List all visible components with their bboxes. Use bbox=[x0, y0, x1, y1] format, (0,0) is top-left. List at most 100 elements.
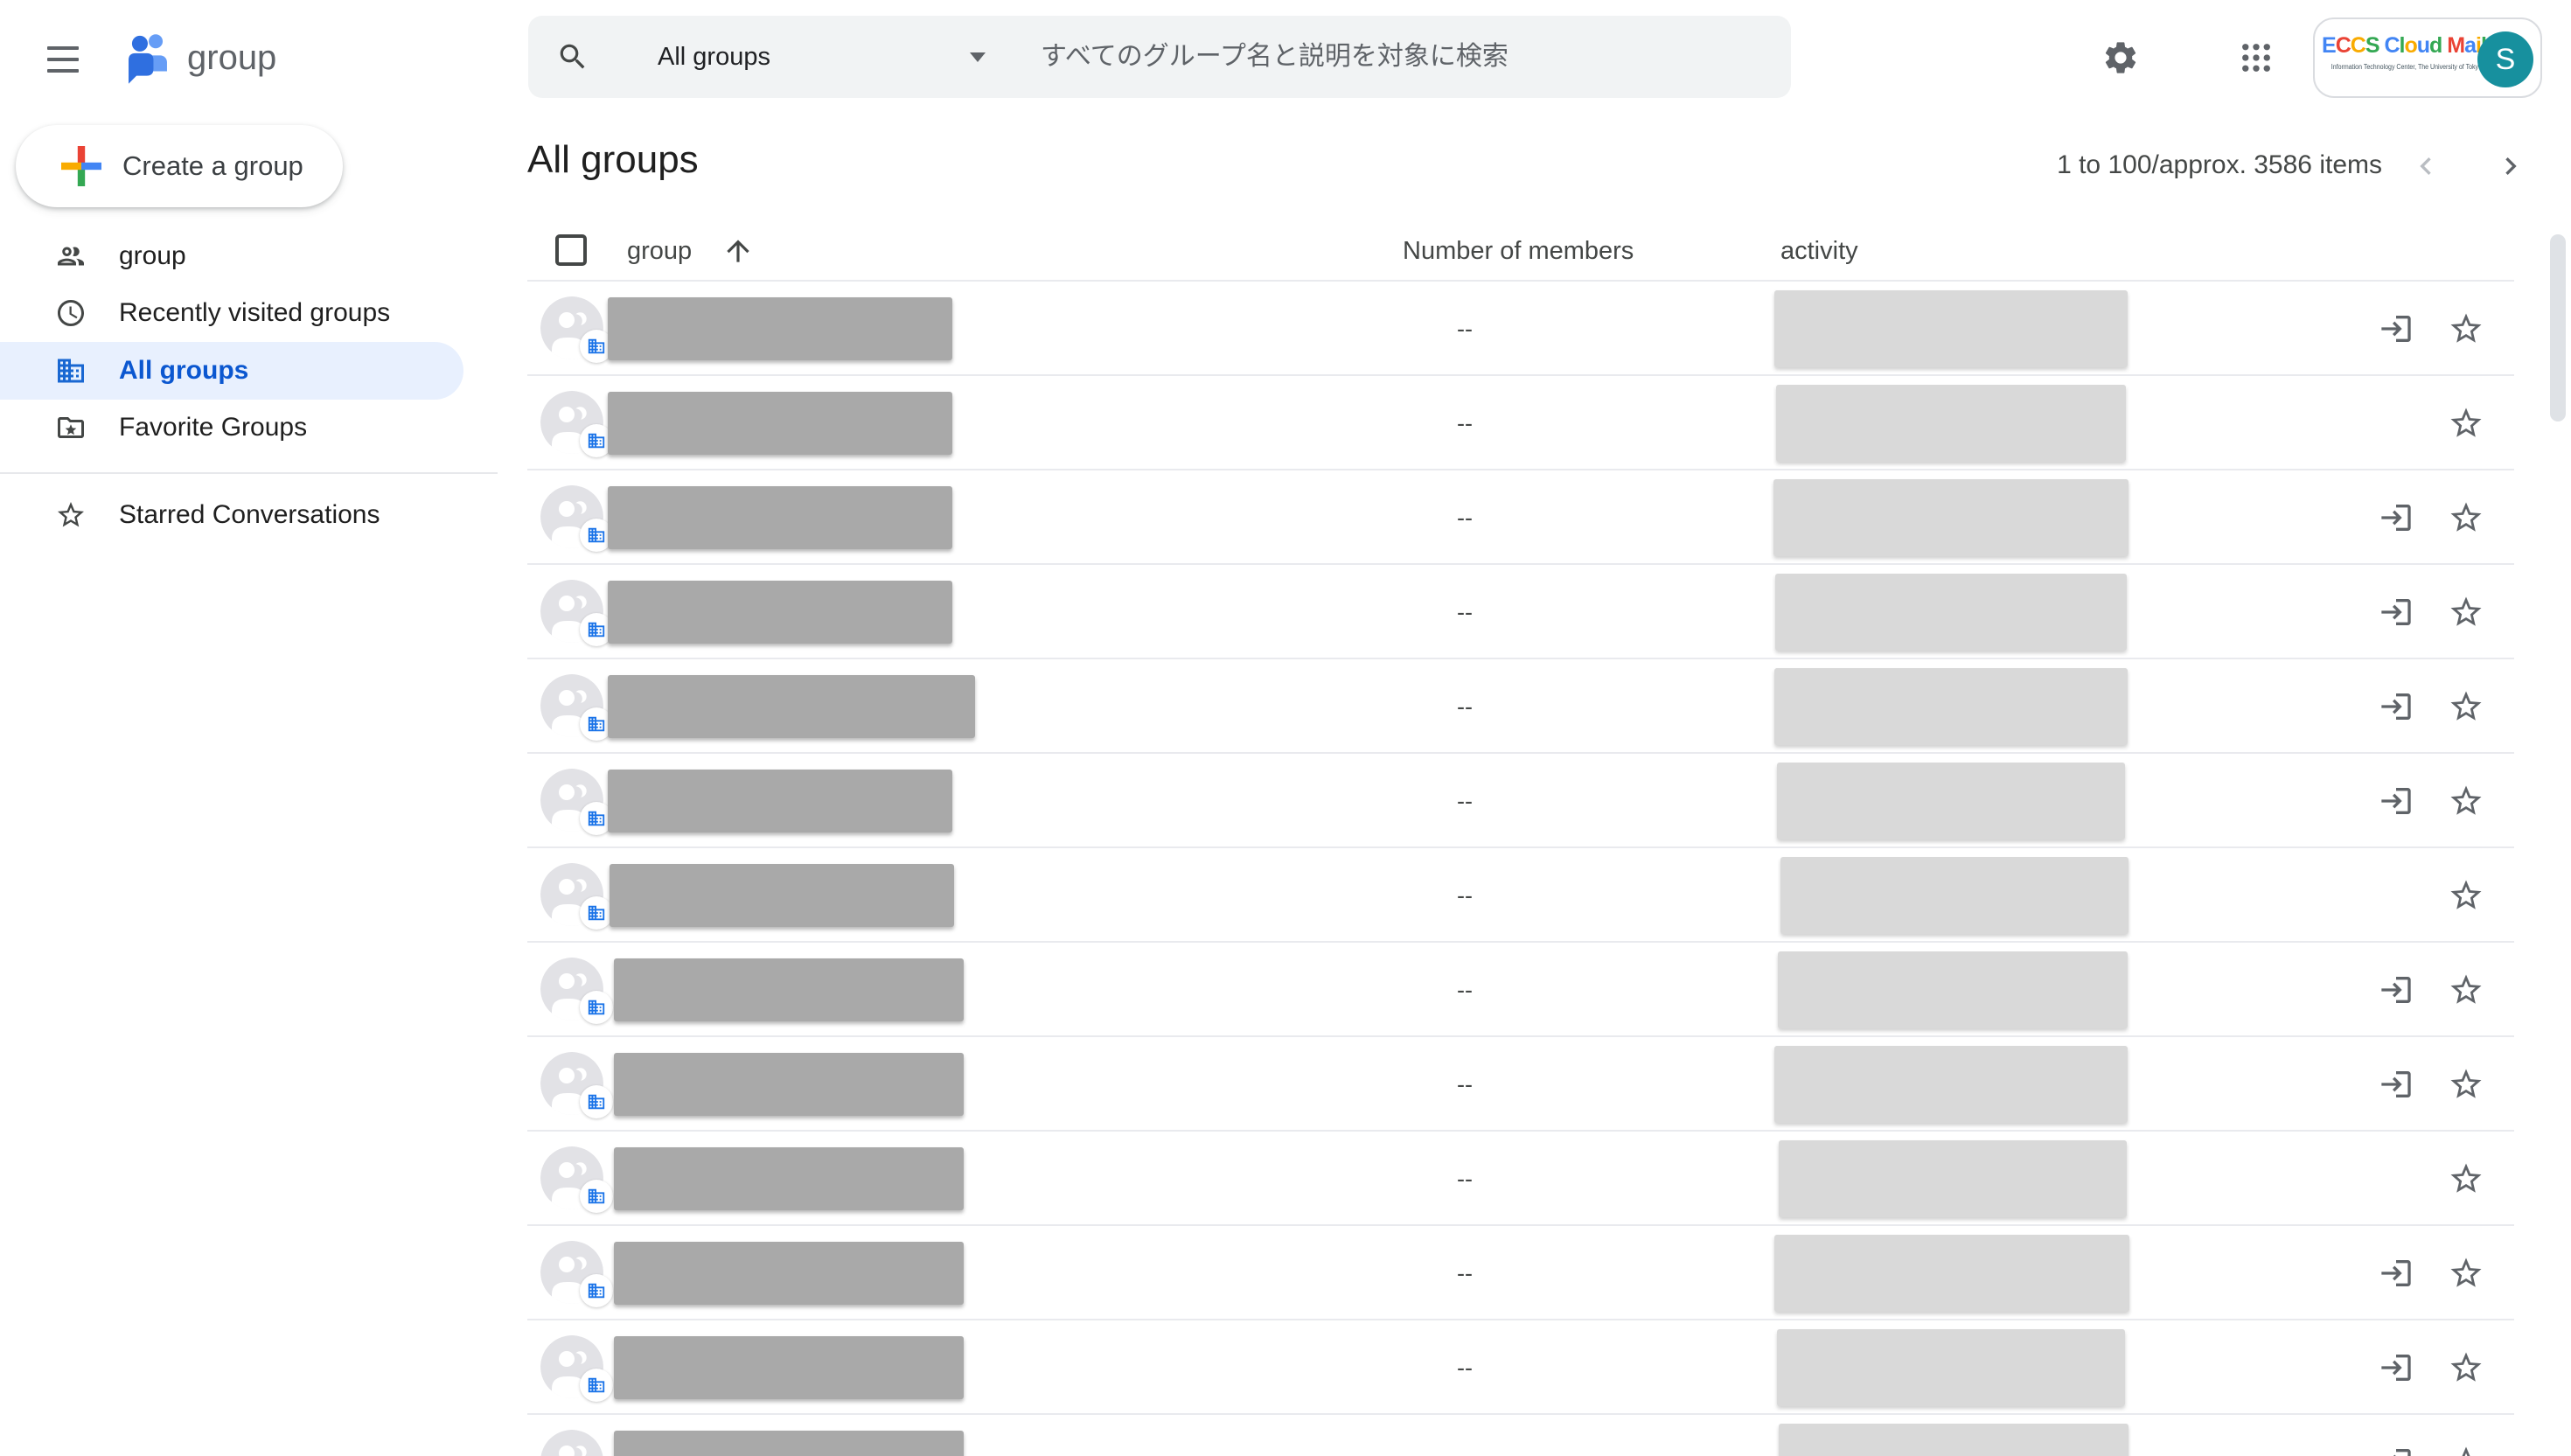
chevron-right-icon[interactable] bbox=[2493, 149, 2528, 184]
folder-star-icon bbox=[55, 412, 87, 443]
star-group-button[interactable] bbox=[2448, 1444, 2484, 1456]
member-count: -- bbox=[1437, 1132, 1493, 1226]
organization-badge-icon bbox=[580, 1085, 613, 1118]
activity-redaction bbox=[1773, 479, 2129, 556]
activity-redaction bbox=[1776, 385, 2126, 462]
star-group-button[interactable] bbox=[2448, 1160, 2484, 1197]
enter-group-button[interactable] bbox=[2379, 1445, 2414, 1456]
sidebar-item-label: Recently visited groups bbox=[119, 284, 390, 342]
enter-group-button[interactable] bbox=[2379, 784, 2414, 819]
gear-icon[interactable] bbox=[2101, 38, 2140, 77]
organization-badge-icon bbox=[580, 1274, 613, 1307]
create-group-button[interactable]: Create a group bbox=[16, 125, 343, 207]
name-redaction bbox=[608, 770, 952, 832]
star-group-button[interactable] bbox=[2448, 688, 2484, 725]
select-all-checkbox[interactable] bbox=[555, 234, 587, 266]
organization-badge-icon bbox=[580, 1369, 613, 1402]
clock-icon bbox=[55, 297, 87, 329]
column-header-group[interactable]: group bbox=[627, 220, 692, 282]
enter-group-button[interactable] bbox=[2379, 311, 2414, 346]
buildings-icon bbox=[55, 355, 87, 387]
organization-badge-icon bbox=[580, 896, 613, 930]
menu-icon[interactable] bbox=[47, 46, 79, 73]
star-group-button[interactable] bbox=[2448, 783, 2484, 819]
table-row[interactable]: -- bbox=[527, 1037, 2514, 1132]
sidebar-divider bbox=[0, 472, 498, 474]
name-redaction bbox=[614, 1147, 964, 1210]
table-row[interactable]: -- bbox=[527, 943, 2514, 1037]
star-group-button[interactable] bbox=[2448, 310, 2484, 347]
apps-grid-icon[interactable] bbox=[2238, 39, 2275, 76]
name-redaction bbox=[608, 581, 952, 644]
star-group-button[interactable] bbox=[2448, 1349, 2484, 1386]
people-icon bbox=[55, 240, 87, 272]
member-count: -- bbox=[1437, 1320, 1493, 1415]
star-group-button[interactable] bbox=[2448, 1066, 2484, 1103]
account-avatar[interactable]: S bbox=[2477, 31, 2533, 87]
sidebar-item-label: Starred Conversations bbox=[119, 486, 380, 544]
table-row[interactable]: -- bbox=[527, 565, 2514, 659]
table-row[interactable]: -- bbox=[527, 754, 2514, 848]
member-count: -- bbox=[1437, 754, 1493, 848]
enter-group-button[interactable] bbox=[2379, 595, 2414, 630]
name-redaction bbox=[610, 864, 954, 927]
pagination-status: 1 to 100/approx. 3586 items bbox=[2057, 150, 2382, 180]
star-group-button[interactable] bbox=[2448, 594, 2484, 630]
activity-redaction bbox=[1774, 1046, 2128, 1123]
enter-group-button[interactable] bbox=[2379, 972, 2414, 1007]
table-row[interactable]: -- bbox=[527, 470, 2514, 565]
enter-group-button[interactable] bbox=[2379, 689, 2414, 724]
table-row[interactable]: -- bbox=[527, 1226, 2514, 1320]
search-bar[interactable]: All groups bbox=[528, 16, 1791, 98]
enter-group-button[interactable] bbox=[2379, 1256, 2414, 1291]
create-group-label: Create a group bbox=[122, 125, 303, 207]
name-redaction bbox=[608, 297, 952, 360]
member-count: -- bbox=[1437, 376, 1493, 470]
google-groups-app: group All groups ECCS Cloud Mail Informa… bbox=[0, 0, 2571, 1456]
table-row[interactable]: -- bbox=[527, 848, 2514, 943]
activity-redaction bbox=[1778, 951, 2128, 1028]
sort-up-icon[interactable] bbox=[721, 234, 755, 268]
column-header-activity: activity bbox=[1780, 220, 1858, 282]
sidebar-item-all-groups[interactable]: All groups bbox=[0, 342, 463, 400]
activity-redaction bbox=[1780, 857, 2129, 934]
enter-group-button[interactable] bbox=[2379, 1350, 2414, 1385]
name-redaction bbox=[608, 675, 975, 738]
table-row[interactable]: -- bbox=[527, 1415, 2514, 1456]
star-group-button[interactable] bbox=[2448, 877, 2484, 914]
chevron-left-icon[interactable] bbox=[2408, 149, 2443, 184]
sidebar-item-group[interactable]: group bbox=[0, 227, 463, 285]
table-row[interactable]: -- bbox=[527, 1132, 2514, 1226]
member-count: -- bbox=[1437, 848, 1493, 943]
brand-title: ECCS Cloud Mail bbox=[2322, 33, 2479, 59]
search-scope-dropdown[interactable]: All groups bbox=[658, 16, 770, 98]
sidebar-item-starred-conversations[interactable]: Starred Conversations bbox=[0, 486, 463, 544]
star-group-button[interactable] bbox=[2448, 1255, 2484, 1292]
enter-group-button[interactable] bbox=[2379, 500, 2414, 535]
member-count: -- bbox=[1437, 659, 1493, 754]
sidebar-item-label: group bbox=[119, 227, 186, 285]
sidebar-item-favorite-groups[interactable]: Favorite Groups bbox=[0, 399, 463, 456]
table-row[interactable]: -- bbox=[527, 376, 2514, 470]
activity-redaction bbox=[1777, 763, 2125, 839]
member-count: -- bbox=[1437, 565, 1493, 659]
scrollbar-thumb[interactable] bbox=[2550, 234, 2566, 421]
activity-redaction bbox=[1779, 1424, 2129, 1456]
star-group-button[interactable] bbox=[2448, 972, 2484, 1008]
activity-redaction bbox=[1775, 574, 2127, 651]
table-row[interactable]: -- bbox=[527, 1320, 2514, 1415]
star-group-button[interactable] bbox=[2448, 499, 2484, 536]
plus-icon bbox=[61, 146, 101, 186]
enter-group-button[interactable] bbox=[2379, 1067, 2414, 1102]
search-input[interactable] bbox=[1041, 16, 1758, 98]
sidebar-item-recent[interactable]: Recently visited groups bbox=[0, 284, 463, 342]
member-count: -- bbox=[1437, 943, 1493, 1037]
activity-redaction bbox=[1774, 1235, 2129, 1312]
table-row[interactable]: -- bbox=[527, 659, 2514, 754]
groups-logo-icon[interactable] bbox=[121, 28, 175, 87]
member-count: -- bbox=[1437, 1226, 1493, 1320]
table-row[interactable]: -- bbox=[527, 282, 2514, 376]
organization-badge-icon bbox=[580, 1180, 613, 1213]
sidebar-item-label: Favorite Groups bbox=[119, 399, 307, 456]
star-group-button[interactable] bbox=[2448, 405, 2484, 442]
